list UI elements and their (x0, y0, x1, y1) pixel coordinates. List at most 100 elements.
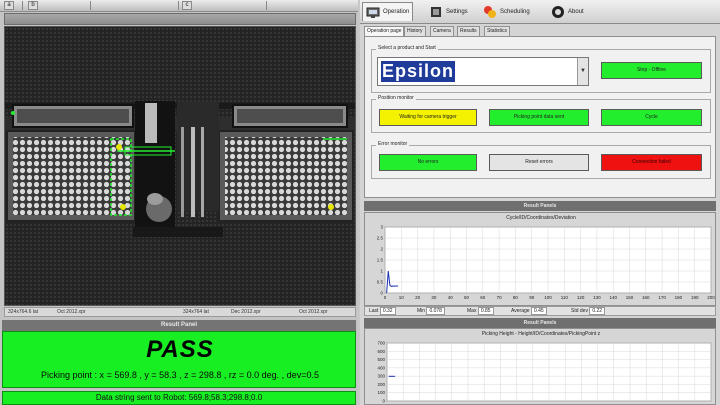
x-tick-label: 150 (626, 295, 634, 300)
stat-average: Average 0.45 (511, 307, 547, 315)
stat-value: 0.078 (426, 307, 445, 315)
chevron-down-icon[interactable]: ▼ (577, 58, 588, 85)
x-tick-label: 0 (384, 295, 387, 300)
deviation-stats-bar: Last 0.32 Min 0.078 Max 0.85 Average 0.4… (364, 306, 716, 316)
cycle-indicator: Cycle (601, 109, 702, 126)
camera-scene (5, 27, 355, 305)
stat-value: 0.85 (477, 307, 494, 315)
toolbar-button-1[interactable]: a (4, 1, 14, 10)
status-cell: 324x764.6 lat (8, 309, 39, 315)
y-tick-label: 400 (377, 365, 385, 370)
toolbar-separator (22, 1, 23, 10)
x-tick-label: 90 (529, 295, 535, 300)
x-tick-label: 190 (691, 295, 699, 300)
picking-height-chart-panel: Picking Height - Height/ID/Coordinates/P… (364, 328, 716, 405)
x-tick-label: 120 (577, 295, 585, 300)
tab-operation[interactable]: Operation (362, 2, 414, 21)
operation-icon (366, 7, 380, 18)
camera-toolbar: a b c (0, 0, 358, 12)
subtab-results[interactable]: Results (457, 26, 480, 36)
picking-point-readout: Picking point : x = 569.8 , y = 58.3 , z… (41, 370, 319, 380)
subtab-statistics[interactable]: Statistics (484, 26, 511, 36)
chart2-header: Result Panels (364, 318, 716, 328)
scheduling-icon (484, 5, 496, 18)
tab-operation-label: Operation (383, 9, 410, 15)
x-tick-label: 60 (480, 295, 486, 300)
tab-settings-label: Settings (446, 8, 468, 15)
result-panel-header: Result Panel (2, 320, 356, 331)
x-tick-label: 110 (561, 295, 569, 300)
x-tick-label: 50 (464, 295, 470, 300)
stat-value: 0.32 (379, 307, 396, 315)
x-tick-label: 70 (497, 295, 503, 300)
x-tick-label: 10 (399, 295, 405, 300)
product-select[interactable]: Epsilon ▼ (377, 57, 589, 86)
y-tick-label: 1 (380, 269, 383, 274)
subtab-history[interactable]: History (404, 26, 426, 36)
y-tick-label: 2 (380, 247, 383, 252)
product-group-title: Select a product and Start (376, 45, 438, 51)
y-tick-label: 2.5 (377, 236, 384, 241)
status-cell: 324x764 lat (183, 309, 209, 315)
tab-scheduling[interactable]: Scheduling (480, 2, 533, 21)
stat-value: 0.22 (589, 307, 606, 315)
x-tick-label: 40 (448, 295, 454, 300)
stat-value: 0.45 (530, 307, 547, 315)
y-tick-label: 500 (377, 357, 385, 362)
operation-page: Select a product and Start Epsilon ▼ Sto… (364, 36, 716, 198)
toolbar-button-3[interactable]: c (182, 1, 192, 10)
stat-std-dev: Std dev 0.22 (571, 307, 606, 315)
toolbar-button-2[interactable]: b (28, 1, 38, 10)
stat-min: Min 0.078 (417, 307, 445, 315)
stat-max: Max 0.85 (467, 307, 494, 315)
sub-tab-bar: Operation page History Camera Results St… (364, 26, 716, 37)
toolbar-separator (90, 1, 91, 10)
settings-icon (431, 6, 441, 17)
deviation-chart: 0 10 20 30 40 50 60 70 80 90 100 110 120 130 140 150 160… (377, 225, 716, 301)
y-tick-label: 600 (377, 349, 385, 354)
status-cell: Oct 2012.xpr (299, 309, 328, 315)
camera-panel: a b c 324x764.6 lat Oct 2012.xpr 324x764… (0, 0, 358, 405)
chart1-header: Result Panels (364, 201, 716, 211)
position-group-title: Position monitor (376, 95, 416, 101)
stat-last: Last 0.32 (369, 307, 396, 315)
tab-about-label: About (568, 8, 584, 15)
y-tick-label: 1.5 (377, 258, 384, 263)
robot-data-string: Data string sent to Robot: 569.8;58.3;29… (2, 391, 356, 405)
camera-image[interactable] (4, 26, 356, 306)
deviation-chart-panel: Cycle/ID/Coordinates/Deviation 0 10 20 30 40… (364, 212, 716, 306)
x-tick-label: 20 (415, 295, 421, 300)
y-tick-label: 200 (377, 382, 385, 387)
camera-header-strip (4, 13, 356, 25)
y-tick-label: 3 (380, 225, 383, 230)
about-icon (552, 5, 564, 18)
y-tick-label: 100 (377, 390, 385, 395)
x-tick-label: 170 (658, 295, 666, 300)
stop-offline-button[interactable]: Stop - Offline (601, 62, 702, 79)
product-select-value: Epsilon (381, 61, 456, 82)
toolbar-separator (266, 1, 267, 10)
status-cell: Oct 2012.xpr (57, 309, 86, 315)
x-tick-label: 80 (513, 295, 519, 300)
stat-label: Last (369, 308, 379, 314)
error-group-title: Error monitor (376, 141, 410, 147)
subtab-camera[interactable]: Camera (430, 26, 454, 36)
stat-label: Min (417, 308, 426, 314)
y-tick-label: 700 (377, 341, 385, 346)
y-tick-label: 300 (377, 374, 385, 379)
result-status: PASS (146, 336, 214, 363)
tab-scheduling-label: Scheduling (500, 8, 530, 15)
main-tab-bar: Operation Settings Scheduling About (360, 0, 720, 24)
x-tick-label: 140 (609, 295, 617, 300)
tab-about[interactable]: About (548, 2, 587, 21)
stat-label: Std dev (571, 308, 588, 314)
reset-errors-button[interactable]: Reset errors (489, 154, 589, 171)
error-indicator: Connection failed (601, 154, 702, 171)
x-tick-label: 180 (675, 295, 683, 300)
picking-height-chart: 0 100 200 300 400 500 600 700 (377, 341, 712, 404)
x-tick-label: 100 (544, 295, 552, 300)
control-panel: Operation Settings Scheduling About Oper (360, 0, 720, 405)
tab-settings[interactable]: Settings (426, 2, 471, 21)
x-tick-label: 30 (431, 295, 437, 300)
picking-point-sent-indicator: Picking point data sent (489, 109, 589, 126)
